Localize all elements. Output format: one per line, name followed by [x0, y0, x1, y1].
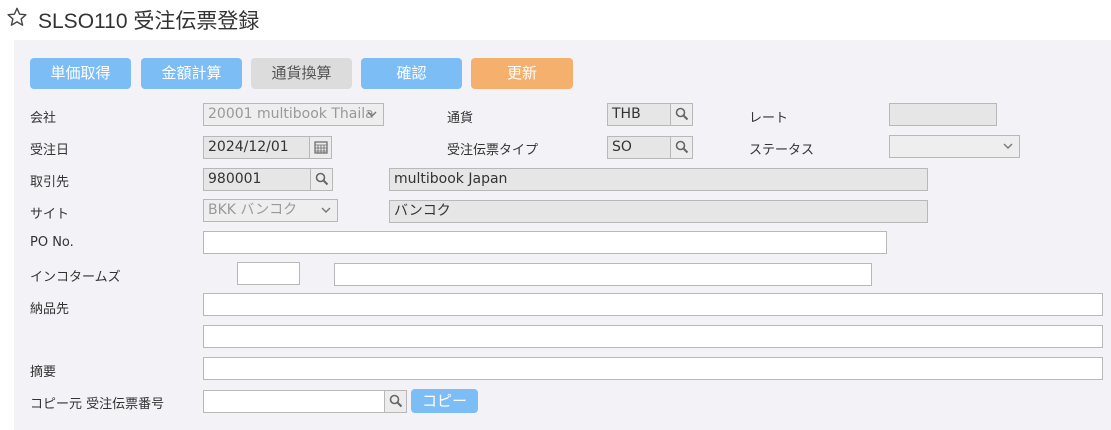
search-icon — [389, 394, 403, 408]
delivery-destination-label: 納品先 — [30, 302, 70, 317]
chevron-down-icon — [321, 207, 331, 213]
company-select[interactable]: 20001 multibook Thaila — [203, 103, 384, 126]
copy-source-input[interactable] — [203, 390, 407, 413]
calendar-button[interactable] — [309, 137, 331, 158]
copy-button[interactable]: コピー — [411, 389, 478, 413]
calendar-icon — [314, 141, 328, 154]
status-label: ステータス — [749, 143, 815, 158]
incoterms-label: インコタームズ — [30, 270, 121, 285]
incoterms-code-input[interactable] — [237, 262, 300, 285]
rate-label: レート — [749, 111, 789, 126]
summary-label: 摘要 — [30, 365, 57, 380]
slip-type-input[interactable]: SO — [607, 136, 693, 159]
search-icon — [675, 107, 689, 121]
site-label: サイト — [30, 207, 70, 222]
rate-input[interactable] — [889, 103, 997, 126]
site-name-input[interactable]: バンコク — [389, 200, 928, 223]
chevron-down-icon — [1003, 143, 1013, 149]
status-select[interactable] — [889, 135, 1020, 158]
update-button[interactable]: 更新 — [471, 58, 573, 89]
copy-source-label: コピー元 受注伝票番号 — [30, 397, 165, 412]
incoterms-description-input[interactable] — [334, 263, 872, 286]
star-outline-icon[interactable] — [6, 6, 28, 28]
delivery-address-line1-input[interactable] — [203, 293, 1103, 316]
confirm-button[interactable]: 確認 — [361, 58, 462, 89]
customer-code-value: 980001 — [208, 171, 262, 187]
delivery-address-line2-input[interactable] — [203, 325, 1103, 348]
slip-type-label: 受注伝票タイプ — [447, 143, 539, 158]
copy-source-search-button[interactable] — [384, 391, 406, 412]
chevron-down-icon — [367, 111, 377, 117]
customer-name-input[interactable]: multibook Japan — [389, 168, 928, 191]
summary-input[interactable] — [203, 357, 1103, 380]
currency-label: 通貨 — [447, 111, 474, 126]
customer-label: 取引先 — [30, 175, 70, 190]
customer-search-button[interactable] — [310, 169, 332, 190]
site-select[interactable]: BKK バンコク — [203, 199, 338, 222]
slip-type-search-button[interactable] — [670, 137, 692, 158]
site-select-value: BKK バンコク — [208, 202, 298, 218]
page-title: SLSO110 受注伝票登録 — [38, 10, 260, 33]
company-label: 会社 — [30, 111, 57, 126]
order-date-value: 2024/12/01 — [208, 139, 289, 155]
calculate-amount-button[interactable]: 金額計算 — [141, 58, 242, 89]
order-date-input[interactable]: 2024/12/01 — [203, 136, 332, 159]
po-number-input[interactable] — [203, 231, 887, 254]
customer-code-input[interactable]: 980001 — [203, 168, 333, 191]
search-icon — [315, 172, 329, 186]
order-date-label: 受注日 — [30, 143, 70, 158]
get-unit-price-button[interactable]: 単価取得 — [30, 58, 131, 89]
po-number-label: PO No. — [30, 235, 74, 250]
title-bar: SLSO110 受注伝票登録 — [0, 0, 1111, 40]
search-icon — [675, 140, 689, 154]
slip-type-value: SO — [612, 139, 632, 155]
currency-search-button[interactable] — [670, 104, 692, 125]
currency-input[interactable]: THB — [607, 103, 693, 126]
company-select-value: 20001 multibook Thaila — [208, 106, 374, 122]
convert-currency-button[interactable]: 通貨換算 — [251, 58, 352, 89]
currency-value: THB — [612, 106, 641, 122]
